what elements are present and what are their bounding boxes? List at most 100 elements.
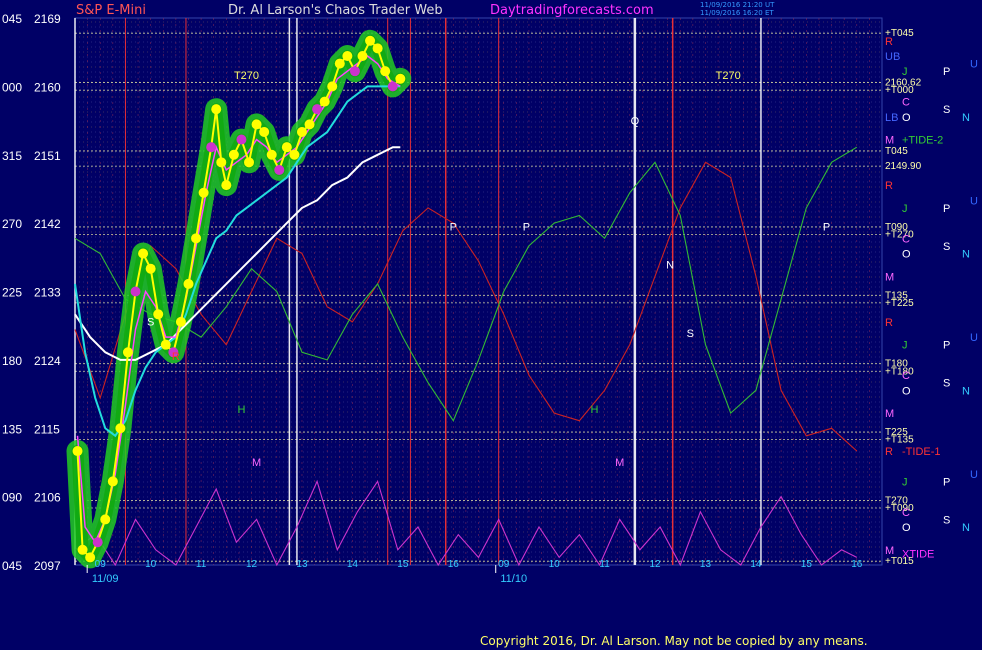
symbol-label: S&P E-Mini [76, 3, 146, 18]
price-point [100, 514, 111, 525]
chart-annotation: P [450, 222, 457, 234]
y-tick-left: 045 [2, 12, 22, 26]
right-label: U [970, 195, 978, 207]
price-point [380, 66, 391, 77]
chart-annotation: S [687, 328, 694, 340]
x-tick-label: 14 [750, 559, 762, 570]
price-point [175, 316, 186, 327]
chart-annotation: P [823, 222, 830, 234]
chaos-trader-chart: +T045 2160.62 +T000 T045 2149.90 T090 +T270 T13… [0, 0, 982, 650]
price-point [228, 149, 239, 160]
y-tick-left: 045 [2, 559, 22, 573]
timestamp-ut: 11/09/2016 21:20 UT [700, 1, 775, 9]
x-tick-label: 11 [599, 559, 610, 570]
right-label: R [885, 317, 893, 329]
right-label: P [943, 476, 950, 488]
price-point [387, 81, 398, 92]
price-chart: +T0452160.62+T000T0452149.90T090+T270T13… [2, 12, 978, 585]
right-label: J [902, 340, 908, 352]
y-tick-left: 090 [2, 491, 22, 505]
price-point [312, 104, 323, 115]
right-label: N [962, 385, 970, 397]
price-point [160, 339, 171, 350]
y-tick-right: 2151 [34, 149, 61, 163]
harmonic-label: 2149.90 [885, 161, 922, 172]
right-label: U [970, 469, 978, 481]
price-point [92, 537, 103, 548]
price-point [296, 126, 307, 137]
price-point [115, 423, 126, 434]
price-point [72, 446, 83, 457]
right-label: P [943, 203, 950, 215]
price-point [259, 126, 270, 137]
price-point [357, 50, 368, 61]
x-tick-label: 14 [347, 559, 359, 570]
price-point [304, 119, 315, 130]
harmonic-label: +T000 [885, 85, 914, 96]
right-label: C [902, 370, 910, 382]
right-label: N [962, 112, 970, 124]
y-tick-left: 270 [2, 217, 22, 231]
right-label: S [943, 104, 950, 116]
x-tick-label: 13 [700, 559, 712, 570]
right-label: S [943, 378, 950, 390]
chart-annotation: M [615, 457, 624, 469]
date-label: 11/09 [92, 573, 119, 585]
chart-annotation: Q [631, 115, 640, 127]
price-point [145, 263, 156, 274]
right-label: C [902, 507, 910, 519]
price-point [289, 149, 300, 160]
copyright-notice: Copyright 2016, Dr. Al Larson. May not b… [480, 634, 868, 648]
y-tick-left: 225 [2, 286, 22, 300]
y-tick-right: 2124 [34, 354, 61, 368]
y-tick-left: 180 [2, 354, 22, 368]
y-tick-left: 000 [2, 80, 22, 94]
price-point [107, 476, 118, 487]
price-point [395, 73, 406, 84]
y-tick-right: 2115 [34, 422, 60, 436]
x-tick-label: 10 [145, 559, 157, 570]
price-point [191, 233, 202, 244]
x-tick-label: 11 [196, 559, 207, 570]
x-tick-label: 12 [649, 559, 661, 570]
price-point [365, 35, 376, 46]
right-label: J [902, 476, 908, 488]
right-label: O [902, 249, 911, 261]
y-tick-left: 135 [2, 422, 22, 436]
right-label: P [943, 66, 950, 78]
chart-title: Dr. Al Larson's Chaos Trader Web [228, 3, 443, 18]
right-label: UB [885, 51, 900, 63]
right-label: C [902, 233, 910, 245]
right-label: O [902, 112, 911, 124]
chart-annotation: N [666, 260, 674, 272]
price-point [236, 134, 247, 145]
right-label: -TIDE-1 [902, 446, 941, 458]
right-label: U [970, 332, 978, 344]
harmonic-label: T045 [885, 146, 908, 157]
right-label: M [885, 271, 894, 283]
x-tick-label: 12 [246, 559, 258, 570]
right-label: XTIDE [902, 549, 934, 561]
x-tick-label: 13 [296, 559, 308, 570]
price-point [130, 286, 141, 297]
harmonic-label: +T135 [885, 435, 914, 446]
site-link[interactable]: Daytradingforecasts.com [490, 3, 654, 18]
y-tick-right: 2106 [34, 491, 61, 505]
chart-annotation: M [252, 457, 261, 469]
right-label: R [885, 180, 893, 192]
price-point [327, 81, 338, 92]
price-point [138, 248, 149, 259]
right-label: M [885, 135, 894, 147]
price-point [221, 180, 232, 191]
price-point [77, 544, 88, 555]
y-tick-left: 315 [2, 149, 22, 163]
right-label: S [943, 514, 950, 526]
chart-annotation: R [172, 351, 180, 363]
y-tick-right: 2142 [34, 217, 61, 231]
right-label: LB [885, 112, 898, 124]
right-label: N [962, 249, 970, 261]
price-point [216, 157, 227, 168]
x-tick-label: 09 [498, 559, 510, 570]
price-point [153, 309, 164, 320]
price-point [251, 119, 262, 130]
